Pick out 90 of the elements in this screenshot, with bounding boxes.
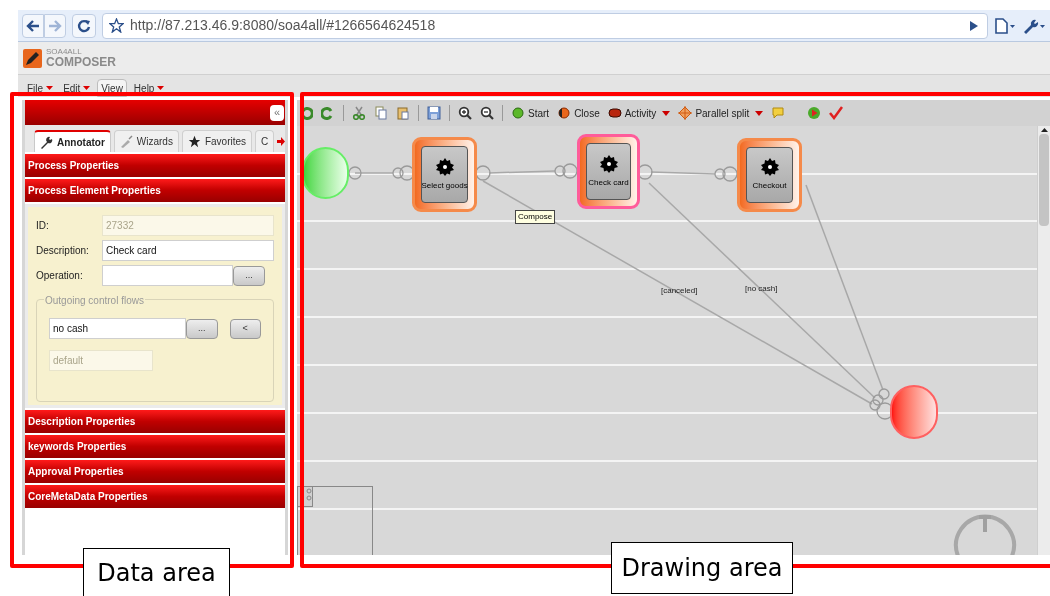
save-icon[interactable] bbox=[427, 106, 441, 120]
end-event[interactable] bbox=[890, 385, 938, 439]
activity-node[interactable]: Checkout bbox=[737, 138, 802, 212]
back-arrow-icon bbox=[26, 19, 40, 32]
back-button[interactable] bbox=[22, 13, 44, 38]
tab[interactable]: Wizards bbox=[113, 130, 179, 152]
menu-item[interactable]: Edit bbox=[60, 79, 94, 97]
section-header[interactable]: keywords Properties bbox=[25, 435, 285, 458]
paste-icon[interactable] bbox=[396, 106, 410, 120]
collapse-button[interactable]: « bbox=[270, 104, 284, 121]
scroll-up-icon[interactable] bbox=[1040, 128, 1048, 132]
node-label: Check card bbox=[588, 176, 629, 189]
tool-button[interactable]: Close bbox=[557, 105, 600, 121]
gear-icon bbox=[435, 157, 454, 176]
group-legend: Outgoing control flows bbox=[44, 293, 145, 308]
activity-node[interactable]: Select goods bbox=[412, 137, 477, 212]
reload-icon bbox=[77, 18, 91, 33]
tool-button[interactable]: Activity bbox=[607, 105, 671, 121]
start-event[interactable] bbox=[302, 147, 349, 199]
reload-button[interactable] bbox=[72, 13, 96, 38]
tab[interactable]: Favorites bbox=[181, 130, 253, 152]
scrollbar[interactable] bbox=[1037, 126, 1050, 555]
flow-button[interactable]: ... bbox=[186, 318, 218, 339]
play-icon[interactable] bbox=[969, 19, 979, 32]
tool-button[interactable]: Start bbox=[511, 105, 550, 121]
address-bar[interactable]: http://87.213.46.9:8080/soa4all/#1266564624518 bbox=[102, 12, 988, 39]
url-text: http://87.213.46.9:8080/soa4all/#1266564624518 bbox=[130, 16, 436, 35]
text-field[interactable]: Check card bbox=[102, 240, 274, 261]
node-label: Checkout bbox=[752, 180, 787, 192]
caret-icon bbox=[46, 86, 54, 90]
pencil-logo-icon bbox=[23, 48, 42, 68]
gear-icon bbox=[599, 154, 618, 173]
text-field[interactable] bbox=[102, 265, 233, 286]
star-icon[interactable] bbox=[109, 18, 124, 33]
connector-line[interactable] bbox=[475, 163, 578, 181]
menu-item[interactable]: Help bbox=[130, 79, 168, 97]
section-header[interactable]: Process Element Properties bbox=[25, 179, 285, 202]
tab[interactable]: Annotator bbox=[34, 130, 111, 152]
zoom-in-icon[interactable] bbox=[458, 106, 472, 120]
copy-icon[interactable] bbox=[374, 106, 388, 120]
flow-button[interactable]: < bbox=[229, 318, 261, 339]
gear-icon bbox=[760, 158, 779, 176]
connector-line[interactable] bbox=[648, 182, 884, 406]
page-menu-icon[interactable] bbox=[994, 17, 1016, 34]
callout-label: Drawing area bbox=[611, 542, 793, 594]
tab[interactable]: C bbox=[255, 130, 275, 152]
redo-icon[interactable] bbox=[321, 106, 335, 120]
section-header[interactable]: Approval Properties bbox=[25, 460, 285, 483]
flow-label: [canceled] bbox=[661, 285, 698, 297]
caret-icon bbox=[83, 86, 91, 90]
cut-icon[interactable] bbox=[352, 106, 366, 120]
caret-icon bbox=[755, 110, 764, 116]
comment-icon[interactable] bbox=[771, 106, 786, 120]
tooltip: Compose bbox=[515, 210, 556, 224]
field-label: ID: bbox=[36, 219, 50, 233]
syringe-icon bbox=[119, 135, 133, 148]
connector-line[interactable] bbox=[348, 165, 415, 181]
check-icon[interactable] bbox=[829, 106, 844, 120]
scrollbar-thumb[interactable] bbox=[1039, 134, 1049, 226]
field-label: Operation: bbox=[36, 269, 84, 283]
end-circle-icon bbox=[557, 106, 572, 120]
connector-line[interactable] bbox=[637, 164, 738, 182]
section-header[interactable]: Process Properties bbox=[25, 154, 285, 177]
scroll-right-icon[interactable] bbox=[277, 137, 285, 146]
section-header[interactable]: Description Properties bbox=[25, 410, 285, 433]
run-icon[interactable] bbox=[807, 106, 822, 120]
caret-icon bbox=[157, 86, 165, 90]
field-label: Description: bbox=[36, 244, 90, 258]
diamond-icon bbox=[678, 106, 693, 120]
drawing-canvas[interactable]: Select goods Check card Checkout Compose [canceled] [no cash] bbox=[297, 126, 1037, 555]
star-icon bbox=[187, 135, 201, 148]
flow-label: [no cash] bbox=[745, 283, 778, 295]
wrench-icon[interactable] bbox=[1022, 17, 1046, 34]
start-circle-icon bbox=[511, 106, 525, 120]
flow-field[interactable]: no cash bbox=[49, 318, 186, 339]
activity-shape-icon bbox=[607, 106, 622, 120]
forward-arrow-icon bbox=[48, 19, 62, 32]
brand-subtitle: SOA4ALL bbox=[46, 48, 83, 56]
activity-node[interactable]: Check card bbox=[577, 134, 640, 209]
browse-button[interactable]: ... bbox=[233, 265, 265, 286]
connector-line[interactable] bbox=[482, 180, 881, 411]
node-label: Select goods bbox=[421, 179, 468, 192]
zoom-out-icon[interactable] bbox=[480, 106, 494, 120]
app-title: COMPOSER bbox=[46, 56, 116, 68]
callout-label: Data area bbox=[83, 548, 230, 596]
menu-item[interactable]: File bbox=[24, 79, 57, 97]
caret-icon bbox=[662, 110, 671, 116]
tool-button[interactable]: Parallel split bbox=[678, 105, 764, 121]
wrench-icon bbox=[40, 135, 53, 149]
section-header[interactable]: CoreMetaData Properties bbox=[25, 485, 285, 508]
